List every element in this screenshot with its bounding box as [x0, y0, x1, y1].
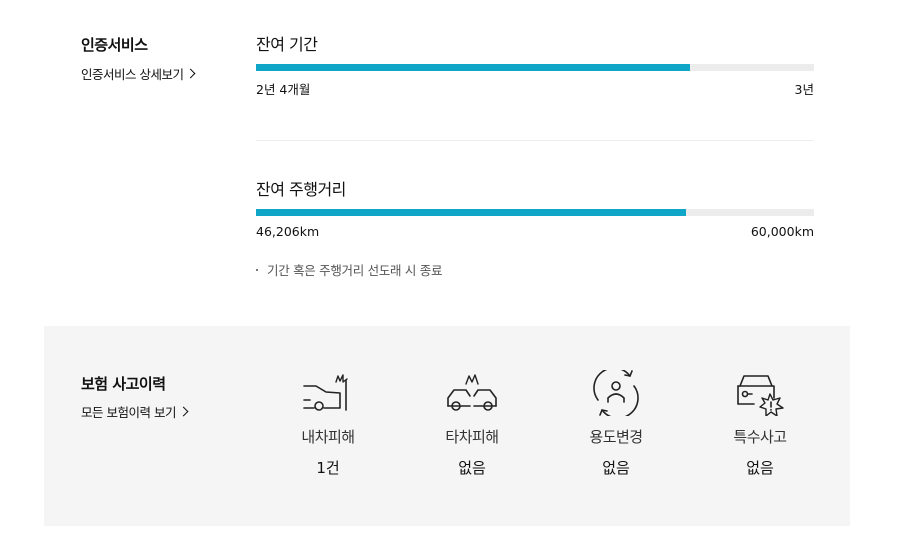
- usage-change-icon: [593, 370, 639, 416]
- section-divider: [256, 140, 814, 141]
- insurance-item-special-accident: 특수사고 없음: [705, 370, 815, 478]
- certification-detail-link[interactable]: 인증서비스 상세보기: [81, 64, 196, 83]
- insurance-item-value: 1건: [316, 459, 340, 477]
- insurance-title: 보험 사고이력: [81, 375, 166, 393]
- remaining-period-bar: [256, 64, 814, 71]
- remaining-period-label: 잔여 기간: [256, 35, 318, 54]
- expiry-note-text: 기간 혹은 주행거리 선도래 시 종료: [267, 263, 443, 278]
- bullet-icon: [256, 268, 258, 271]
- remaining-mileage-current: 46,206km: [256, 224, 320, 239]
- insurance-detail-label: 모든 보험이력 보기: [81, 405, 176, 420]
- remaining-period-bar-fill: [256, 64, 691, 71]
- remaining-period-max: 3년: [794, 82, 814, 97]
- insurance-item-name: 용도변경: [589, 428, 643, 446]
- insurance-item-value: 없음: [602, 459, 630, 477]
- certification-detail-label: 인증서비스 상세보기: [81, 67, 184, 82]
- insurance-item-usage-change: 용도변경 없음: [561, 370, 671, 478]
- remaining-mileage-max: 60,000km: [750, 224, 814, 239]
- expiry-note: 기간 혹은 주행거리 선도래 시 종료: [256, 260, 442, 279]
- my-car-damage-icon: [303, 374, 348, 411]
- insurance-item-value: 없음: [746, 459, 774, 477]
- insurance-item-name: 타차피해: [445, 428, 499, 446]
- insurance-item-name: 내차피해: [301, 428, 355, 446]
- remaining-mileage-label: 잔여 주행거리: [256, 180, 346, 199]
- insurance-item-other-car-damage: 타차피해 없음: [417, 370, 527, 478]
- insurance-item-my-car-damage: 내차피해 1건: [273, 370, 383, 478]
- insurance-item-value: 없음: [458, 459, 486, 477]
- insurance-detail-link[interactable]: 모든 보험이력 보기: [81, 402, 189, 421]
- remaining-mileage-bar-fill: [256, 209, 686, 216]
- other-car-damage-icon: [447, 374, 497, 411]
- chevron-right-icon: [178, 406, 189, 417]
- chevron-right-icon: [186, 68, 196, 79]
- insurance-item-name: 특수사고: [733, 428, 787, 446]
- remaining-period-current: 2년 4개월: [256, 82, 311, 97]
- special-accident-icon: [737, 375, 784, 416]
- certification-title: 인증서비스: [81, 36, 148, 54]
- remaining-mileage-bar: [256, 209, 814, 216]
